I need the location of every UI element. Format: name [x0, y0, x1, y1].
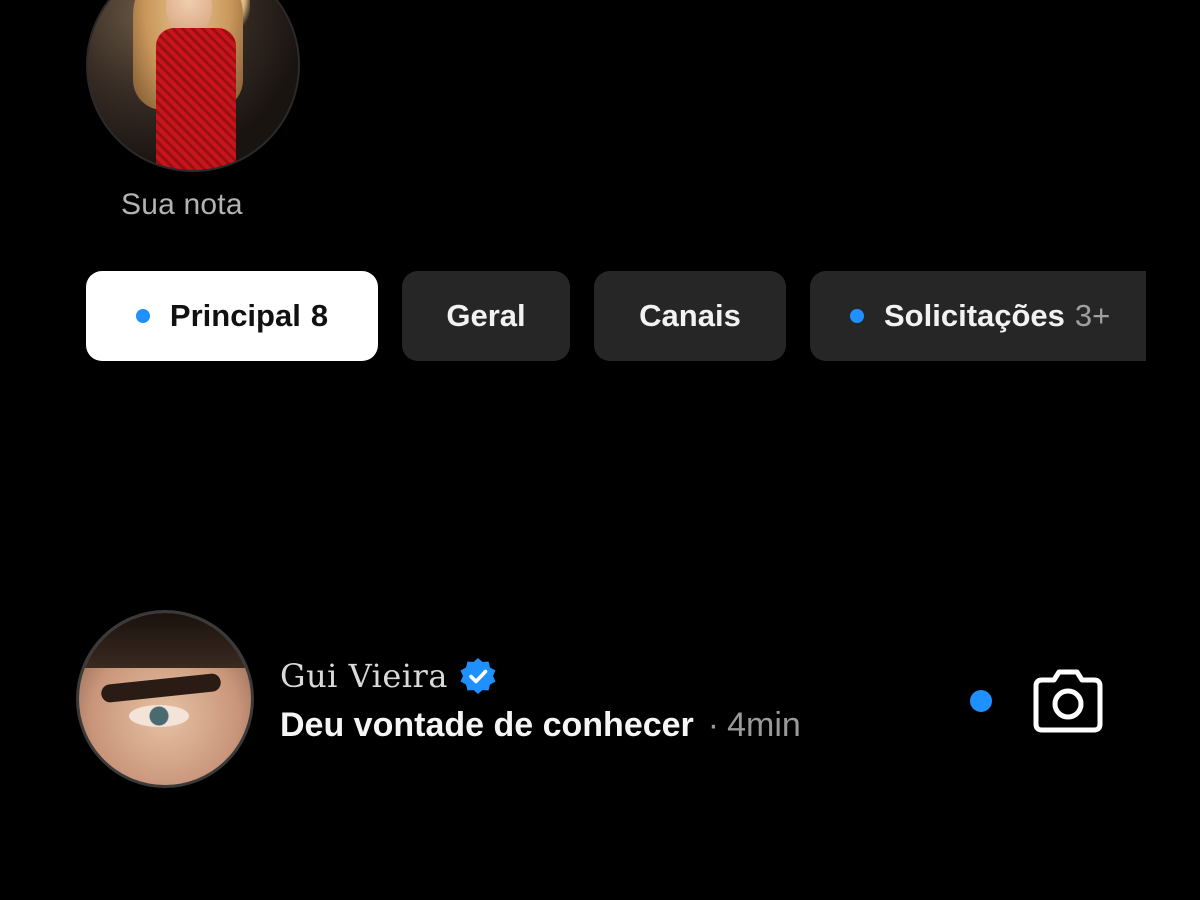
separator: ·	[707, 706, 720, 744]
tab-label: Canais	[639, 298, 741, 333]
sender-name: Gui Vieira	[280, 657, 448, 695]
tab-label: Principal	[169, 298, 301, 333]
avatar[interactable]	[76, 610, 254, 788]
tab-count: 8	[310, 298, 329, 333]
tab-label: Geral	[446, 298, 526, 333]
avatar-photo-detail	[100, 672, 222, 704]
unread-indicator	[970, 690, 992, 712]
message-time: 4min	[727, 706, 801, 744]
tab-solicitacoes[interactable]: Solicitações 3+	[810, 271, 1146, 361]
inbox-tabs: Principal 8 Geral Canais Solicitações 3+	[86, 270, 1146, 362]
note-label[interactable]: Sua nota	[121, 188, 243, 222]
tab-principal[interactable]: Principal 8	[86, 271, 378, 361]
unread-dot-icon	[135, 309, 150, 323]
tab-canais[interactable]: Canais	[594, 271, 786, 361]
verified-badge-icon	[460, 658, 496, 694]
tab-count: 3+	[1074, 298, 1111, 333]
camera-icon[interactable]	[1032, 668, 1104, 734]
avatar-photo-detail	[79, 613, 251, 668]
sender-line: Gui Vieira	[280, 656, 498, 696]
message-preview: Deu vontade de conhecer	[280, 706, 694, 744]
avatar-photo-detail	[129, 705, 189, 727]
conversation-row[interactable]: Gui Vieira Deu vontade de conhecer · 4mi…	[0, 610, 1200, 790]
message-preview-line: Deu vontade de conhecer · 4min	[280, 706, 801, 745]
avatar-photo-detail	[156, 28, 236, 170]
unread-dot-icon	[850, 309, 864, 323]
tab-label: Solicitações	[884, 298, 1065, 333]
tab-geral[interactable]: Geral	[402, 271, 570, 361]
note-avatar[interactable]	[86, 0, 300, 172]
